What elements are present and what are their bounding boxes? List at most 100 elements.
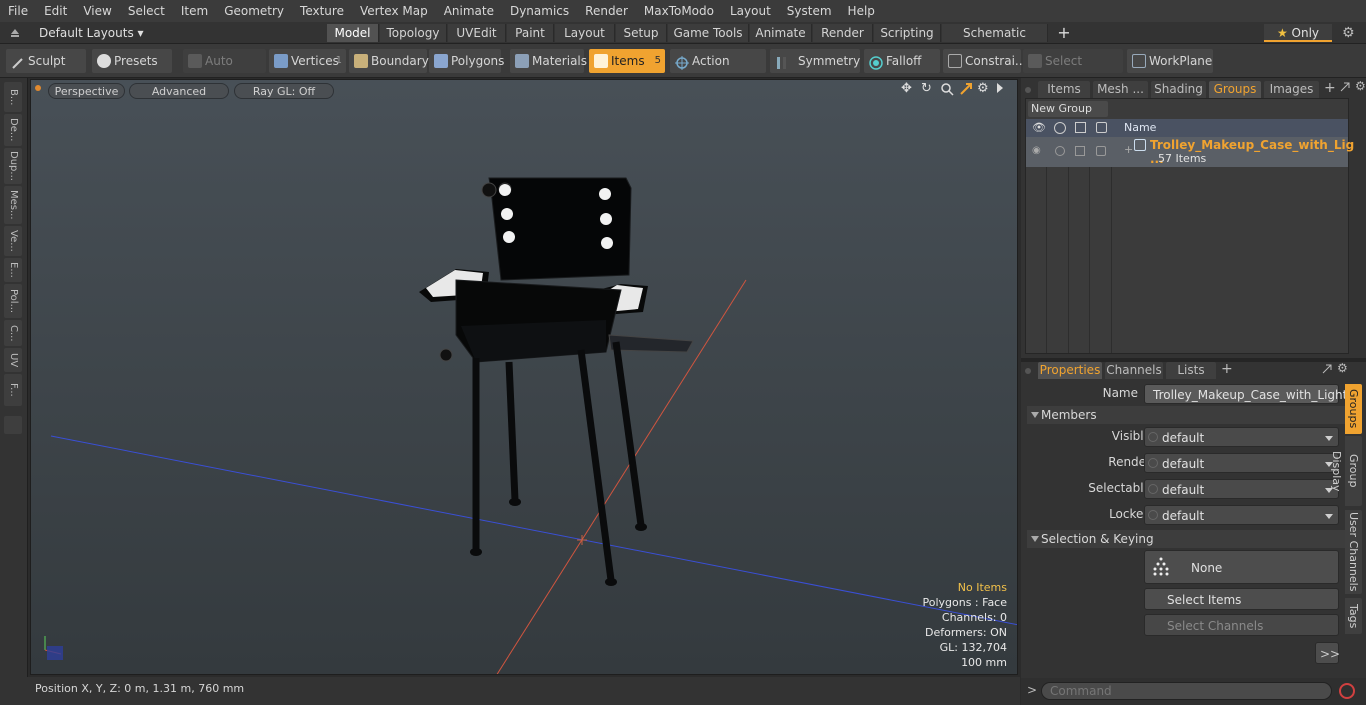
viewport-menu-dot[interactable] bbox=[35, 85, 41, 91]
menu-layout[interactable]: Layout bbox=[722, 0, 779, 22]
action-center-button[interactable]: Action Center bbox=[670, 49, 766, 92]
menu-render[interactable]: Render bbox=[577, 0, 636, 22]
side-tab-groups[interactable]: Groups bbox=[1345, 384, 1362, 434]
command-input[interactable] bbox=[1041, 682, 1332, 700]
tab-render[interactable]: Render bbox=[813, 24, 873, 42]
properties-settings-icon[interactable]: ⚙ bbox=[1337, 361, 1348, 375]
menu-system[interactable]: System bbox=[779, 0, 840, 22]
select-lock-icon[interactable] bbox=[1075, 122, 1086, 133]
3d-viewport[interactable]: Perspective Advanced Ray GL: Off ✥ ↻ ⚙ N… bbox=[30, 79, 1018, 675]
key-none-button[interactable]: None bbox=[1144, 550, 1339, 584]
tab-images[interactable]: Images bbox=[1264, 81, 1319, 98]
menu-texture[interactable]: Texture bbox=[292, 0, 352, 22]
menu-item[interactable]: Item bbox=[173, 0, 216, 22]
layouts-dropdown[interactable]: Default Layouts ▾ bbox=[39, 24, 144, 42]
tab-setup[interactable]: Setup bbox=[616, 24, 667, 42]
tab-channels[interactable]: Channels bbox=[1105, 362, 1163, 379]
row-select-icon[interactable] bbox=[1075, 146, 1085, 156]
strip-tab-8[interactable]: C... bbox=[4, 320, 22, 346]
members-section[interactable]: Members bbox=[1027, 406, 1359, 424]
visible-channel-icon[interactable] bbox=[1148, 432, 1158, 442]
tab-shading[interactable]: Shading bbox=[1151, 81, 1206, 98]
strip-tab-3[interactable]: Dup... bbox=[4, 148, 22, 184]
falloff-button[interactable]: Falloff bbox=[864, 49, 940, 73]
tab-paint[interactable]: Paint bbox=[507, 24, 554, 42]
visibility-eye-icon[interactable]: 👁 bbox=[1032, 121, 1046, 134]
add-layout-tab-button[interactable]: + bbox=[1056, 23, 1072, 43]
perspective-button[interactable]: Perspective bbox=[48, 83, 125, 99]
locked-channel-icon[interactable] bbox=[1148, 510, 1158, 520]
symmetry-button[interactable]: Symmetry bbox=[770, 49, 860, 73]
menu-view[interactable]: View bbox=[75, 0, 119, 22]
ray-gl-button[interactable]: Ray GL: Off bbox=[234, 83, 334, 99]
render-channel-icon[interactable] bbox=[1148, 458, 1158, 468]
tab-uvedit[interactable]: UVEdit bbox=[448, 24, 506, 42]
strip-tab-10[interactable]: F... bbox=[4, 374, 22, 406]
row-eye-icon[interactable]: ◉ bbox=[1032, 145, 1041, 156]
group-row[interactable]: ◉ + Trolley_Makeup_Case_with_Lig ... 57 … bbox=[1026, 137, 1354, 167]
vertices-button[interactable]: Vertices 1 bbox=[269, 49, 346, 73]
menu-file[interactable]: File bbox=[0, 0, 36, 22]
tab-animate[interactable]: Animate bbox=[750, 24, 812, 42]
strip-tab-4[interactable]: Mes... bbox=[4, 186, 22, 224]
lock-icon[interactable] bbox=[1096, 122, 1107, 133]
more-button[interactable]: >> bbox=[1315, 642, 1340, 664]
strip-tab-7[interactable]: Pol... bbox=[4, 284, 22, 318]
move-view-icon[interactable]: ✥ bbox=[901, 82, 915, 96]
constraints-button[interactable]: Constrai... bbox=[943, 49, 1026, 73]
side-tab-group-display[interactable]: Group Display bbox=[1330, 436, 1362, 506]
add-panel-tab-button[interactable]: + bbox=[1324, 80, 1336, 96]
panel-menu-dot[interactable] bbox=[1025, 87, 1031, 93]
menu-vertex-map[interactable]: Vertex Map bbox=[352, 0, 436, 22]
viewport-expand-icon[interactable] bbox=[997, 83, 1003, 93]
tab-layout[interactable]: Layout bbox=[555, 24, 615, 42]
record-icon[interactable] bbox=[1339, 683, 1355, 699]
name-column-header[interactable]: Name bbox=[1124, 121, 1156, 134]
tab-schematic-fusion[interactable]: Schematic Fusion bbox=[942, 24, 1048, 58]
tab-scripting[interactable]: Scripting bbox=[874, 24, 941, 42]
sculpt-button[interactable]: Sculpt bbox=[6, 49, 86, 73]
only-toggle[interactable]: ★ Only bbox=[1264, 24, 1332, 42]
render-icon[interactable] bbox=[1054, 122, 1066, 134]
viewport-settings-icon[interactable]: ⚙ bbox=[977, 82, 991, 96]
selectable-dropdown[interactable]: default bbox=[1144, 479, 1339, 499]
tab-properties[interactable]: Properties bbox=[1038, 362, 1102, 379]
tab-lists[interactable]: Lists bbox=[1166, 362, 1216, 379]
menu-dynamics[interactable]: Dynamics bbox=[502, 0, 577, 22]
tab-mesh[interactable]: Mesh ... bbox=[1093, 81, 1148, 98]
maximize-properties-icon[interactable] bbox=[1321, 363, 1333, 375]
expand-icon[interactable]: + bbox=[1124, 143, 1133, 156]
side-tab-user-channels[interactable]: User Channels bbox=[1345, 510, 1362, 594]
tab-topology[interactable]: Topology bbox=[380, 24, 447, 42]
boundary-button[interactable]: Boundary bbox=[349, 49, 429, 73]
strip-tab-5[interactable]: Ve... bbox=[4, 226, 22, 256]
add-properties-tab-button[interactable]: + bbox=[1221, 361, 1233, 377]
maximize-panel-icon[interactable] bbox=[1339, 81, 1351, 93]
tab-game-tools[interactable]: Game Tools bbox=[668, 24, 749, 42]
name-field[interactable]: Trolley_Makeup_Case_with_Light (3) bbox=[1144, 384, 1347, 422]
advanced-button[interactable]: Advanced bbox=[129, 83, 229, 99]
collapse-up-icon[interactable] bbox=[9, 26, 21, 38]
fit-view-icon[interactable] bbox=[959, 82, 973, 96]
select-items-button[interactable]: Select Items bbox=[1144, 588, 1339, 610]
new-group-button[interactable]: New Group bbox=[1028, 101, 1108, 117]
menu-geometry[interactable]: Geometry bbox=[216, 0, 292, 22]
menu-select[interactable]: Select bbox=[120, 0, 173, 22]
properties-menu-dot[interactable] bbox=[1025, 368, 1031, 374]
strip-tab-1[interactable]: B... bbox=[4, 82, 22, 112]
tab-items[interactable]: Items bbox=[1038, 81, 1090, 98]
workplane-button[interactable]: WorkPlane bbox=[1127, 49, 1213, 73]
polygons-button[interactable]: Polygons bbox=[429, 49, 504, 73]
select-through-button[interactable]: Select Through bbox=[1023, 49, 1123, 92]
locked-dropdown[interactable]: default bbox=[1144, 505, 1339, 525]
strip-collapse-button[interactable] bbox=[4, 416, 22, 434]
strip-tab-6[interactable]: E... bbox=[4, 258, 22, 282]
auto-select-button[interactable]: Auto Select bbox=[183, 49, 266, 92]
strip-tab-2[interactable]: De... bbox=[4, 114, 22, 146]
materials-button[interactable]: Materials bbox=[510, 49, 587, 73]
panel-settings-icon[interactable]: ⚙ bbox=[1355, 79, 1366, 93]
select-channels-button[interactable]: Select Channels bbox=[1144, 614, 1339, 636]
presets-button[interactable]: Presets bbox=[92, 49, 172, 73]
menu-help[interactable]: Help bbox=[840, 0, 883, 22]
selection-keying-section[interactable]: Selection & Keying bbox=[1027, 530, 1359, 548]
